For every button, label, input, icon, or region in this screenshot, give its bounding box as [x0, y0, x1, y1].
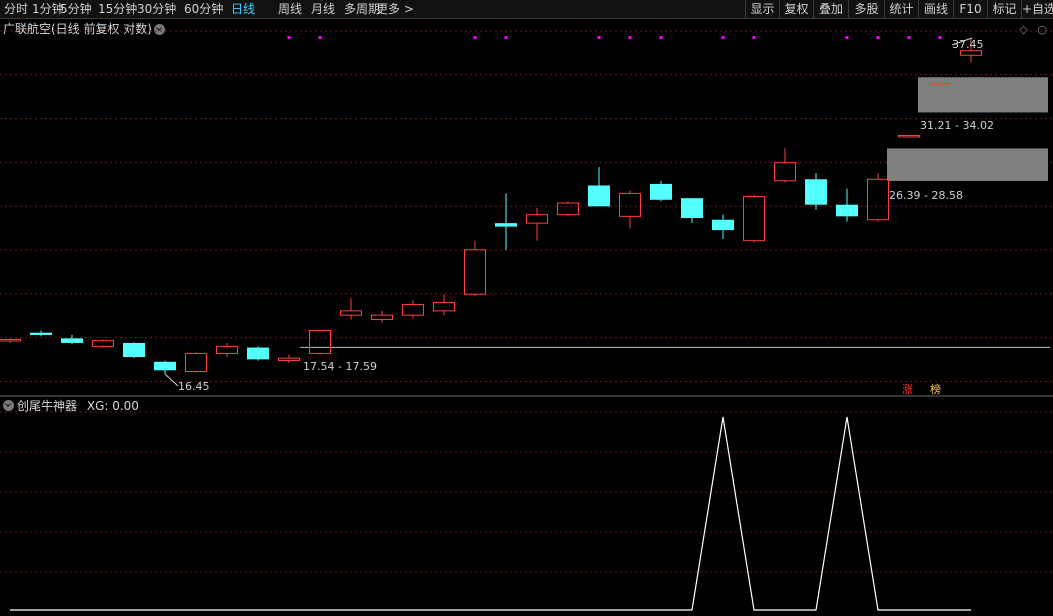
signal-dot: [504, 36, 508, 39]
signal-dot: [628, 36, 632, 39]
price-zone: [887, 148, 1048, 181]
low-price-label: 16.45: [178, 380, 210, 393]
candle-body: [154, 361, 176, 371]
xg-line: [10, 416, 971, 611]
support-range-label: 17.54 - 17.59: [303, 360, 377, 373]
candle-body: [433, 301, 455, 312]
price-zone: [918, 77, 1048, 113]
candle-body: [867, 178, 889, 221]
bang-badge[interactable]: 榜: [930, 383, 941, 396]
candle-body: [588, 185, 610, 207]
candle-body: [805, 179, 827, 205]
candle-body: [92, 340, 114, 347]
zone-top-label: 31.21 - 34.02: [920, 119, 994, 132]
candle-body: [402, 304, 424, 316]
candle-body: [278, 357, 300, 362]
candle-body: [464, 249, 486, 295]
candle-body: [495, 223, 517, 227]
candle-body: [123, 342, 145, 357]
candle-body: [743, 196, 765, 242]
indicator-menu-icon[interactable]: [3, 400, 14, 411]
candle-body: [526, 214, 548, 224]
signal-dot: [318, 36, 322, 39]
signal-dot: [752, 36, 756, 39]
candle-body: [898, 134, 920, 138]
indicator-name: 创尾牛神器: [17, 399, 78, 413]
candle-body: [836, 204, 858, 217]
candle-body: [30, 332, 52, 335]
candle-body: [712, 219, 734, 231]
indicator-title: 创尾牛神器 XG: 0.00: [17, 399, 139, 413]
price-chart: [0, 30, 1053, 611]
candle-body: [774, 162, 796, 182]
zone-bottom-label: 26.39 - 28.58: [889, 189, 963, 202]
candle-body: [960, 50, 982, 56]
signal-dot: [473, 36, 477, 39]
high-price-label: 37.45: [952, 38, 984, 51]
candle-body: [185, 352, 207, 373]
zhang-badge[interactable]: 涨: [902, 383, 913, 396]
signal-dot: [907, 36, 911, 39]
signal-dot: [721, 36, 725, 39]
candle-body: [247, 347, 269, 360]
candle-body: [557, 202, 579, 216]
signal-dot: [597, 36, 601, 39]
candle-body: [619, 192, 641, 217]
candle-body: [340, 310, 362, 316]
candle-body: [309, 329, 331, 354]
signal-dot: [876, 36, 880, 39]
signal-dot: [845, 36, 849, 39]
candle-body: [61, 338, 83, 343]
xg-value: XG: 0.00: [86, 399, 139, 413]
candle-body: [371, 314, 393, 320]
candle-body: [650, 183, 672, 200]
signal-dot: [659, 36, 663, 39]
low-arrow: [164, 373, 179, 387]
candle-body: [216, 345, 238, 354]
candle-body: [0, 338, 21, 342]
signal-dot: [938, 36, 942, 39]
candle-body: [681, 198, 703, 219]
signal-dot: [287, 36, 291, 39]
